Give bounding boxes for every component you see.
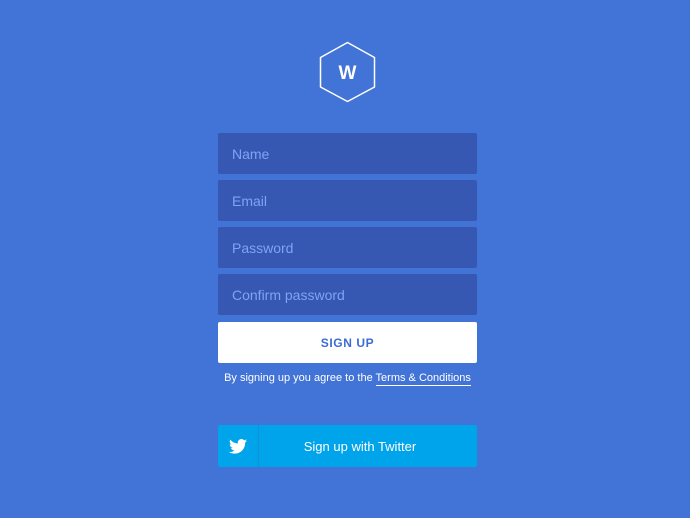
terms-text: By signing up you agree to the: [224, 372, 376, 384]
terms-link[interactable]: Terms & Conditions: [375, 372, 471, 386]
terms-notice: By signing up you agree to the Terms & C…: [218, 371, 477, 386]
hexagon-logo-icon: W: [319, 41, 376, 103]
twitter-signup-label: Sign up with Twitter: [303, 438, 417, 454]
logo: W: [318, 41, 377, 103]
twitter-signup-button[interactable]: Sign up with Twitter: [218, 425, 477, 467]
name-field[interactable]: [218, 133, 477, 174]
password-field[interactable]: [218, 227, 477, 268]
sign-up-button[interactable]: SIGN UP: [218, 322, 477, 363]
logo-letter: W: [339, 63, 357, 84]
confirm-password-field[interactable]: [218, 274, 477, 315]
twitter-bird-icon: [218, 425, 259, 467]
email-field[interactable]: [218, 180, 477, 221]
signup-form: SIGN UP By signing up you agree to the T…: [218, 133, 477, 386]
